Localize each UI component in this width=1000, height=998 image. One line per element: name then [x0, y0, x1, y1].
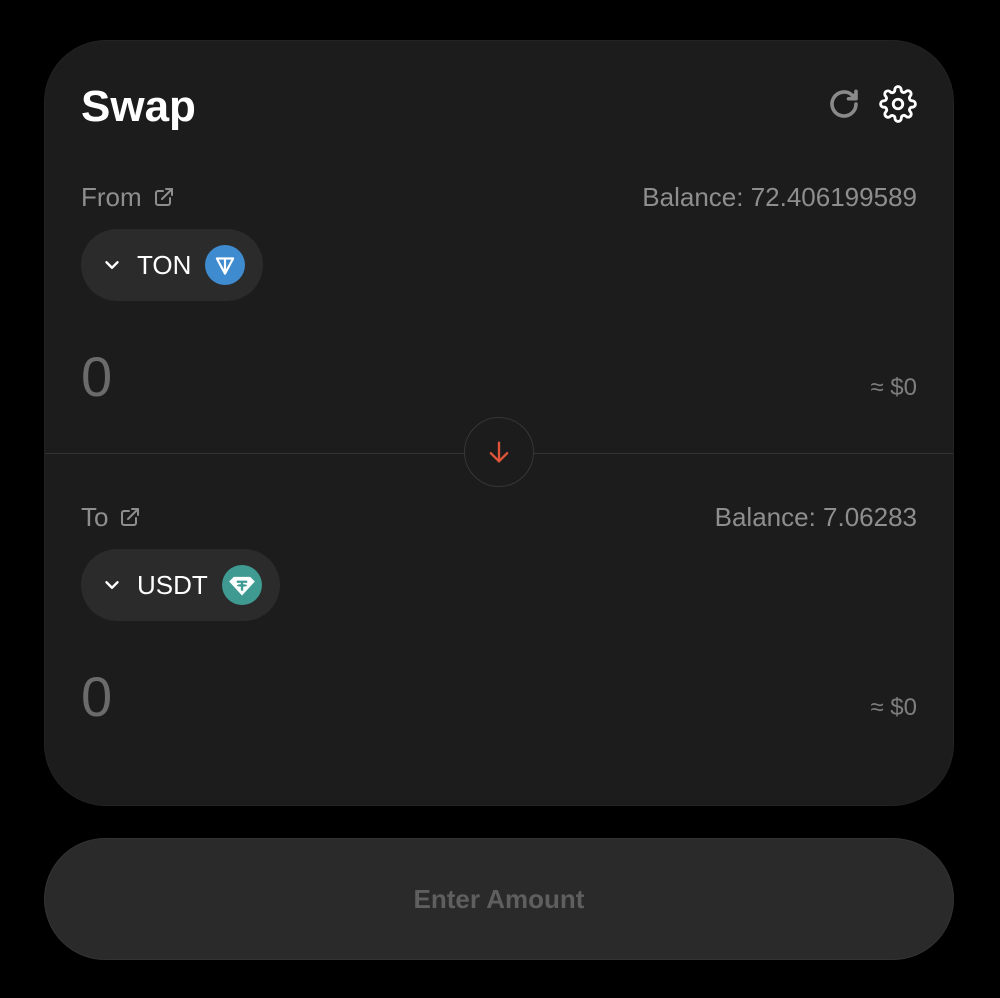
to-label-row: To — [81, 501, 142, 533]
to-balance: Balance: 7.06283 — [714, 502, 917, 532]
external-link-icon — [154, 188, 173, 206]
settings-button[interactable] — [879, 85, 917, 123]
swap-card: Swap From Balance: 72.406199589 TON 0 ≈ … — [44, 40, 954, 806]
from-token-selector[interactable]: TON — [81, 229, 264, 301]
ton-logo-icon — [205, 245, 246, 285]
chevron-down-icon — [105, 581, 119, 589]
external-link-icon — [121, 508, 140, 526]
to-label: To — [81, 502, 109, 532]
to-amount-input[interactable] — [81, 661, 581, 731]
gear-icon — [879, 85, 917, 123]
chevron-down-icon — [105, 261, 119, 269]
swap-direction-button[interactable] — [464, 417, 534, 487]
usdt-logo-icon — [221, 565, 262, 605]
from-amount-input[interactable] — [81, 341, 581, 411]
refresh-button[interactable] — [825, 85, 863, 123]
from-label: From — [81, 182, 142, 212]
to-usd-value: ≈ $0 — [870, 694, 917, 721]
to-external-link-button[interactable] — [118, 505, 142, 529]
arrow-down-icon — [489, 441, 509, 463]
to-token-selector[interactable]: USDT — [81, 549, 280, 621]
page-title: Swap — [81, 82, 196, 131]
from-balance: Balance: 72.406199589 — [642, 182, 917, 212]
refresh-icon — [830, 89, 858, 118]
header-actions — [825, 85, 917, 123]
from-external-link-button[interactable] — [152, 185, 176, 209]
from-token-name: TON — [137, 249, 192, 280]
enter-amount-button[interactable]: Enter Amount — [44, 838, 954, 960]
from-label-row: From — [81, 181, 176, 213]
from-usd-value: ≈ $0 — [870, 374, 917, 401]
to-token-name: USDT — [137, 569, 208, 600]
